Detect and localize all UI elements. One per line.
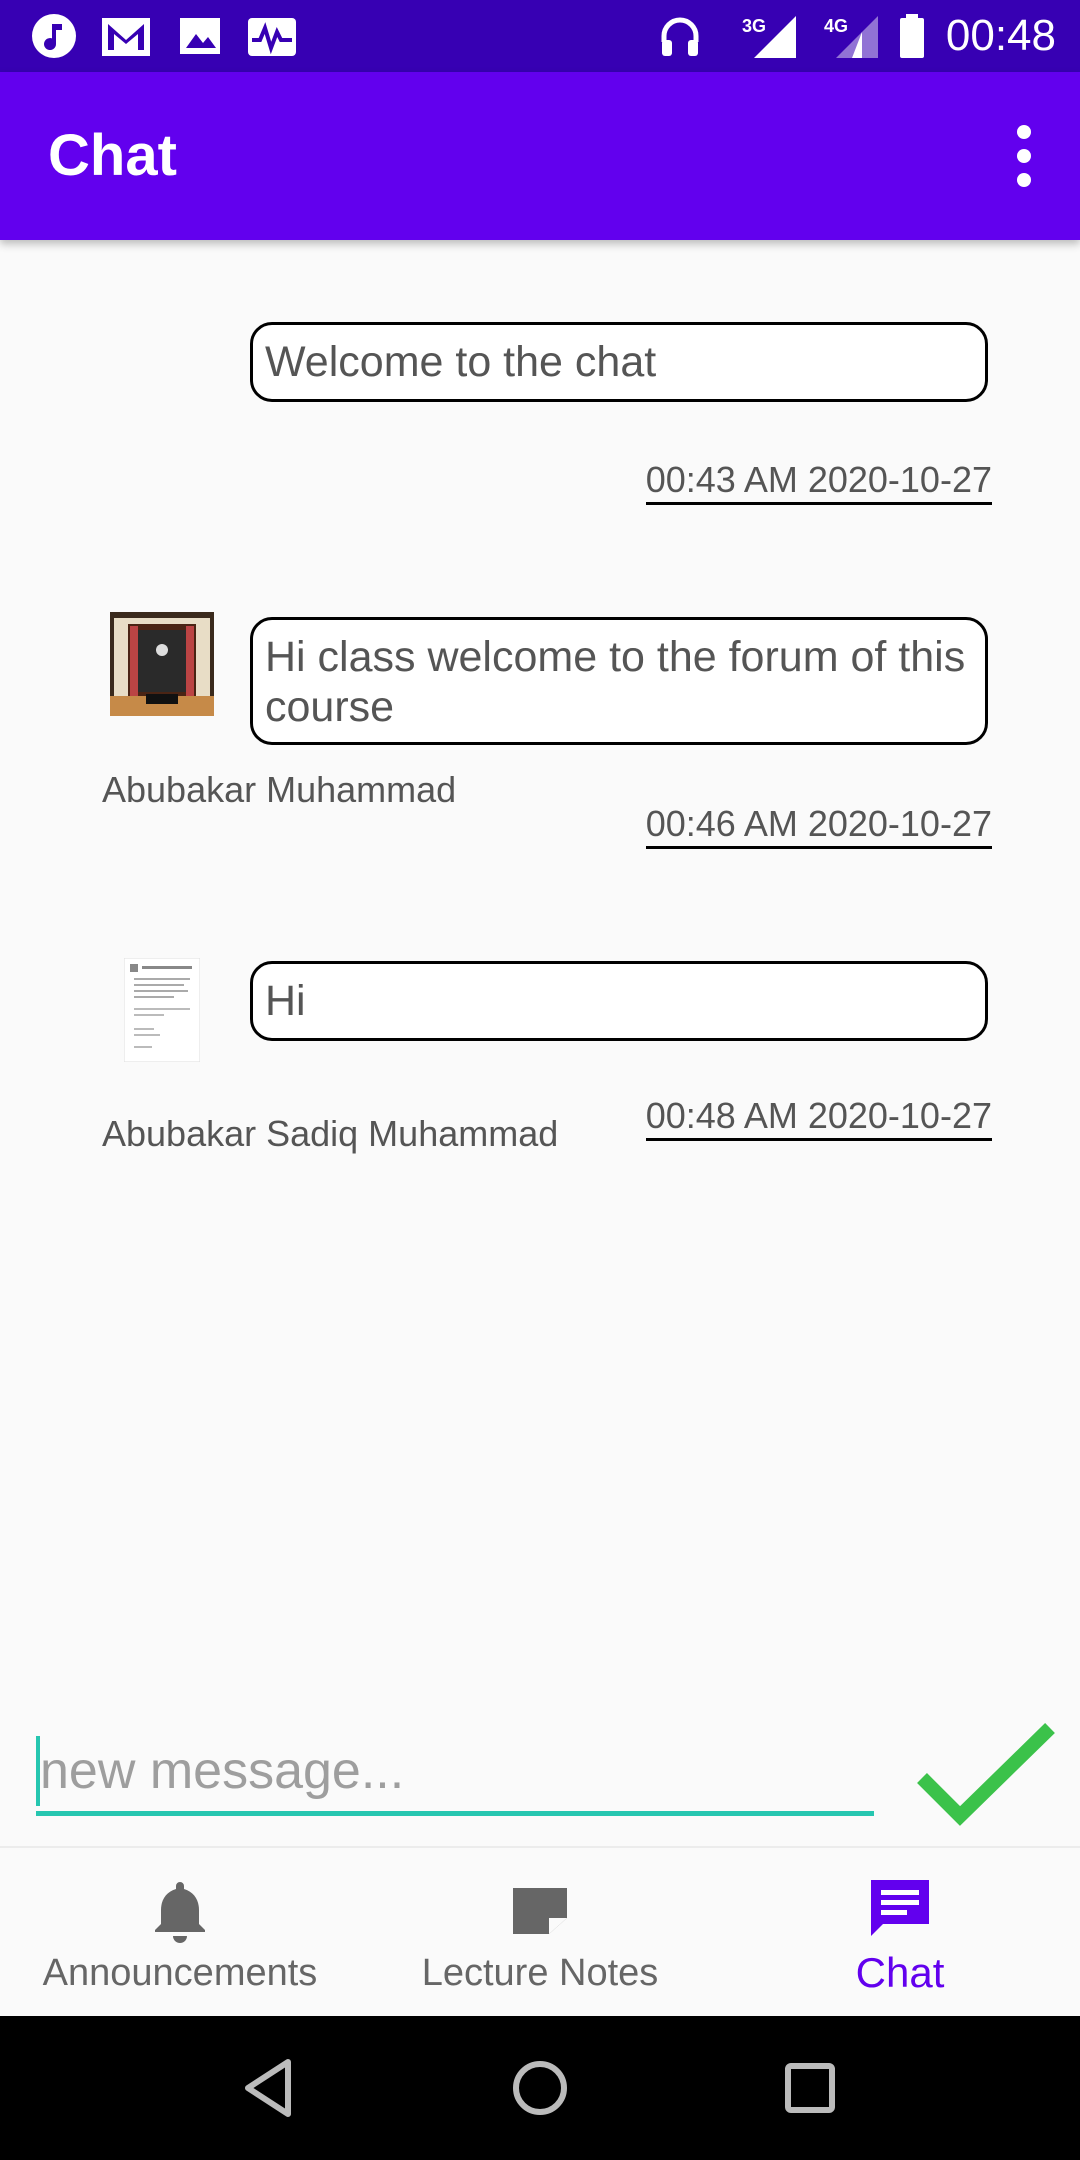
bell-icon [155,1882,205,1943]
sender-name: Abubakar Sadiq Muhammad [102,1113,559,1154]
recents-icon[interactable] [770,2048,850,2128]
note-icon [513,1888,567,1934]
svg-text:3G: 3G [742,16,766,36]
chat-icon [871,1880,929,1936]
nav-item-announcements[interactable]: Announcements [0,1848,360,2018]
signal-4g-icon: 4G [824,16,878,58]
message-input[interactable] [36,1730,874,1816]
nav-item-chat[interactable]: Chat [720,1848,1080,2018]
sender-avatar [124,958,200,1062]
bottom-navigation: Announcements Lecture Notes Chat [0,1846,1080,2018]
overflow-menu-icon[interactable] [992,118,1056,194]
text-cursor [36,1736,40,1806]
message-timestamp: 00:46 AM 2020-10-27 [645,802,992,849]
nav-item-lecture-notes[interactable]: Lecture Notes [360,1848,720,2018]
home-icon[interactable] [500,2048,580,2128]
app-bar: Chat [0,72,1080,240]
back-icon[interactable] [230,2048,310,2128]
sender-avatar [110,612,214,716]
nav-label: Announcements [42,1952,318,1994]
gallery-icon [180,18,220,54]
activity-icon [248,18,296,56]
message-timestamp: 00:48 AM 2020-10-27 [645,1094,992,1141]
page-title: Chat [48,123,177,188]
nav-label: Lecture Notes [421,1952,659,1994]
message-bubble: Welcome to the chat [250,322,988,402]
message-bubble: Hi [250,961,988,1041]
message-bubble: Hi class welcome to the forum of this co… [250,617,988,745]
gmail-icon [102,18,150,56]
signal-3g-icon: 3G [742,16,796,58]
battery-icon [900,14,924,58]
status-time: 00:48 [945,11,1056,60]
svg-text:4G: 4G [824,16,848,36]
status-bar: 3G 4G 00:48 [0,0,1080,72]
headphones-icon [661,17,699,56]
music-icon [32,14,76,58]
system-navigation-bar [0,2016,1080,2160]
message-timestamp: 00:43 AM 2020-10-27 [645,458,992,505]
nav-label: Chat [855,1949,945,1996]
sender-name: Abubakar Muhammad [102,769,457,810]
checkmark-icon[interactable] [916,1718,1056,1830]
